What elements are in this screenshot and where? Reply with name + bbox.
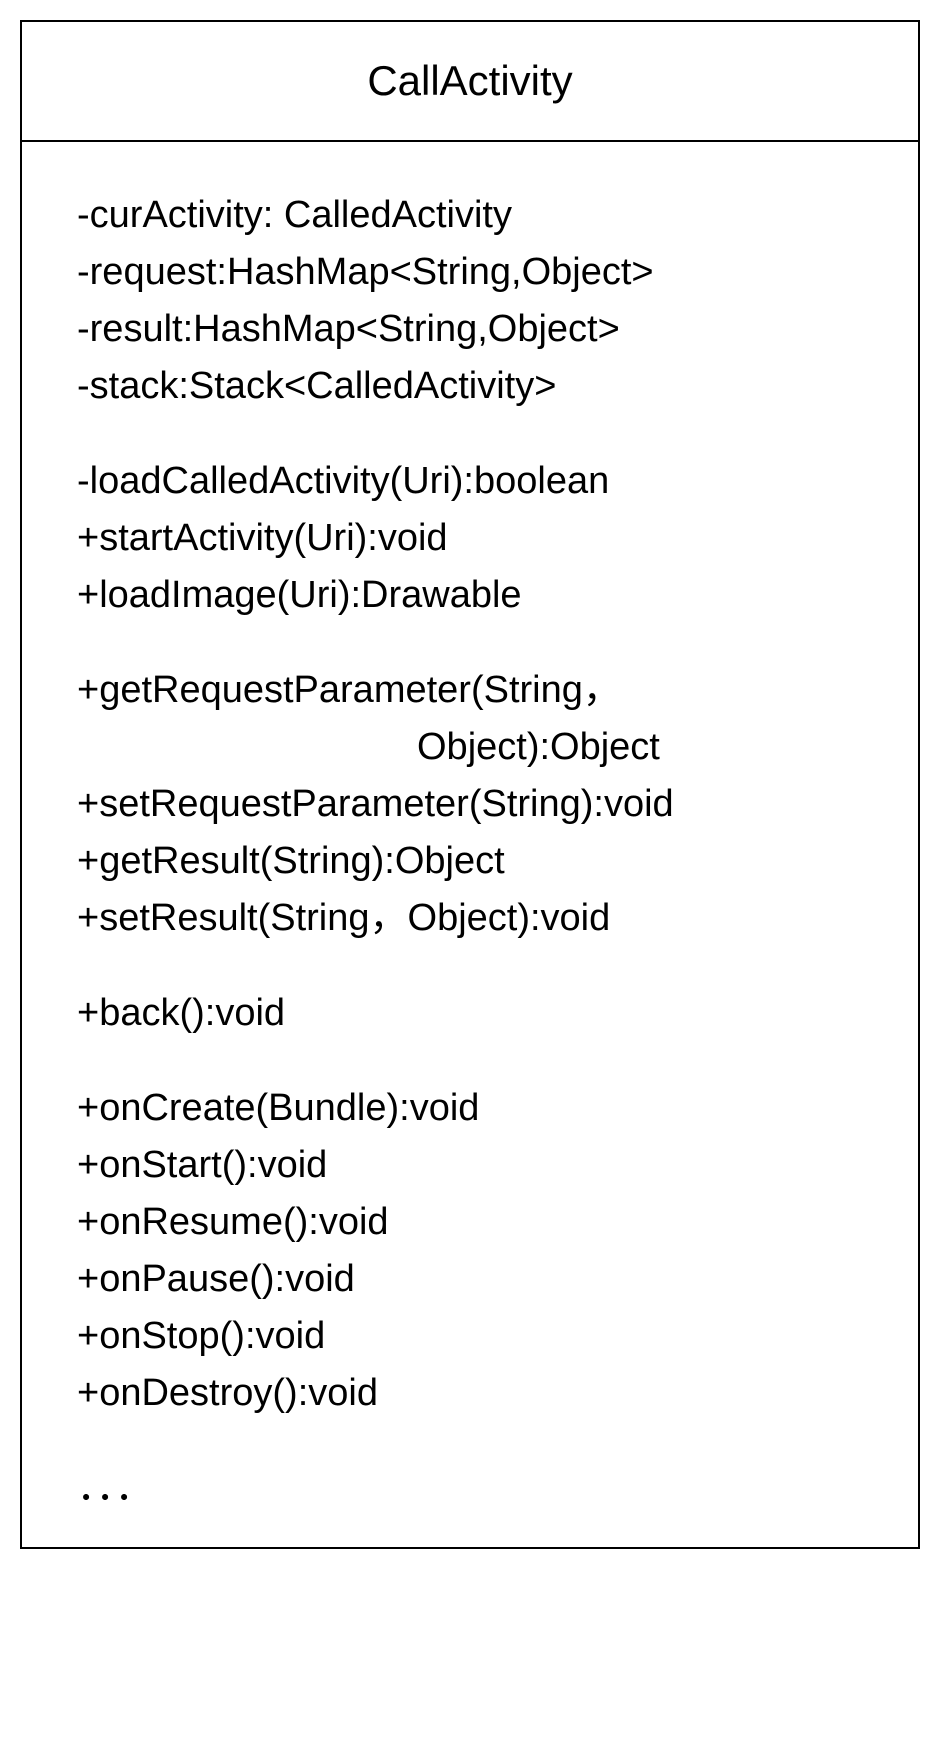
ellipsis: ．．． (77, 1460, 863, 1517)
class-name-section: CallActivity (22, 22, 918, 142)
attribute-line: -stack:Stack<CalledActivity> (77, 358, 863, 415)
method-line: +setResult(String，Object):void (77, 890, 863, 947)
method-line: +getRequestParameter(String， (77, 662, 863, 719)
method-line: +onDestroy():void (77, 1365, 863, 1422)
method-line-continuation: Object):Object (77, 719, 863, 776)
attributes-group: -curActivity: CalledActivity -request:Ha… (77, 187, 863, 415)
method-line: +onPause():void (77, 1251, 863, 1308)
method-line: +onStop():void (77, 1308, 863, 1365)
class-body-section: -curActivity: CalledActivity -request:Ha… (22, 142, 918, 1547)
method-line: +startActivity(Uri):void (77, 510, 863, 567)
method-line: +onResume():void (77, 1194, 863, 1251)
method-line: +onStart():void (77, 1137, 863, 1194)
attribute-line: -result:HashMap<String,Object> (77, 301, 863, 358)
method-line: +loadImage(Uri):Drawable (77, 567, 863, 624)
methods-group-1: -loadCalledActivity(Uri):boolean +startA… (77, 453, 863, 624)
uml-class-diagram: CallActivity -curActivity: CalledActivit… (20, 20, 920, 1549)
methods-group-3: +back():void (77, 985, 863, 1042)
attribute-line: -curActivity: CalledActivity (77, 187, 863, 244)
attribute-line: -request:HashMap<String,Object> (77, 244, 863, 301)
class-name: CallActivity (367, 57, 572, 104)
methods-group-2: +getRequestParameter(String， Object):Obj… (77, 662, 863, 947)
method-line: +onCreate(Bundle):void (77, 1080, 863, 1137)
method-line: +getResult(String):Object (77, 833, 863, 890)
methods-group-4: +onCreate(Bundle):void +onStart():void +… (77, 1080, 863, 1422)
method-line: +back():void (77, 985, 863, 1042)
method-line: +setRequestParameter(String):void (77, 776, 863, 833)
method-line: -loadCalledActivity(Uri):boolean (77, 453, 863, 510)
